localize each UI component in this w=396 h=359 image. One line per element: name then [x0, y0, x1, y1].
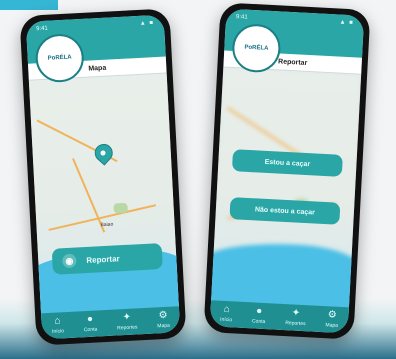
- map-view[interactable]: Baiao: [27, 72, 181, 324]
- status-icons: ▲ ■: [139, 20, 155, 27]
- home-icon: ⌂: [223, 303, 230, 316]
- nav-label: Início: [219, 316, 233, 324]
- nav-item-reportes[interactable]: ✦ Reportes: [116, 311, 138, 332]
- nav-label: Conta: [251, 318, 266, 326]
- nav-label: Reportes: [285, 320, 306, 328]
- settings-icon: ⚙: [158, 309, 168, 322]
- map-green-area: [113, 202, 128, 214]
- phone-right-screen: 9:41 ▲ ■ PoRÉLA Reportar Estou a caçar N…: [209, 8, 365, 334]
- nav-label: Conta: [83, 326, 98, 334]
- top-left-accent: [0, 0, 58, 10]
- report-button-label: Reportar: [86, 253, 120, 265]
- status-icons: ▲ ■: [339, 19, 354, 27]
- map-city-label: Baiao: [100, 221, 114, 229]
- location-icon: ◉: [61, 253, 77, 269]
- settings-icon: ⚙: [327, 309, 338, 321]
- status-time: 9:41: [36, 25, 49, 33]
- status-time: 9:41: [235, 14, 248, 21]
- nav-item-conta[interactable]: ● Conta: [252, 306, 266, 325]
- nav-item-reportes[interactable]: ✦ Reportes: [285, 307, 306, 328]
- user-icon: ●: [255, 305, 263, 317]
- nav-label: Reportes: [117, 324, 138, 332]
- nav-label: Mapa: [157, 322, 171, 330]
- nav-item-mapa[interactable]: ⚙ Mapa: [325, 309, 339, 329]
- phone-left-screen: 9:41 ▲ ■ PoRÉLA Mapa Baiao ◉ Reportar ⌂ …: [25, 14, 181, 340]
- clipboard-icon: ✦: [291, 307, 301, 319]
- nav-item-mapa[interactable]: ⚙ Mapa: [157, 309, 171, 330]
- nav-item-conta[interactable]: ● Conta: [83, 313, 98, 334]
- phone-left: 9:41 ▲ ■ PoRÉLA Mapa Baiao ◉ Reportar ⌂ …: [19, 8, 187, 346]
- home-icon: ⌂: [54, 315, 61, 327]
- clipboard-icon: ✦: [122, 311, 132, 324]
- nav-item-inicio[interactable]: ⌂ Início: [219, 303, 233, 324]
- map-view-blurred: [209, 66, 363, 318]
- nav-label: Início: [51, 328, 65, 335]
- nav-item-inicio[interactable]: ⌂ Início: [51, 315, 65, 335]
- user-icon: ●: [86, 313, 94, 326]
- phone-right: 9:41 ▲ ■ PoRÉLA Reportar Estou a caçar N…: [203, 2, 371, 340]
- nav-label: Mapa: [325, 322, 339, 329]
